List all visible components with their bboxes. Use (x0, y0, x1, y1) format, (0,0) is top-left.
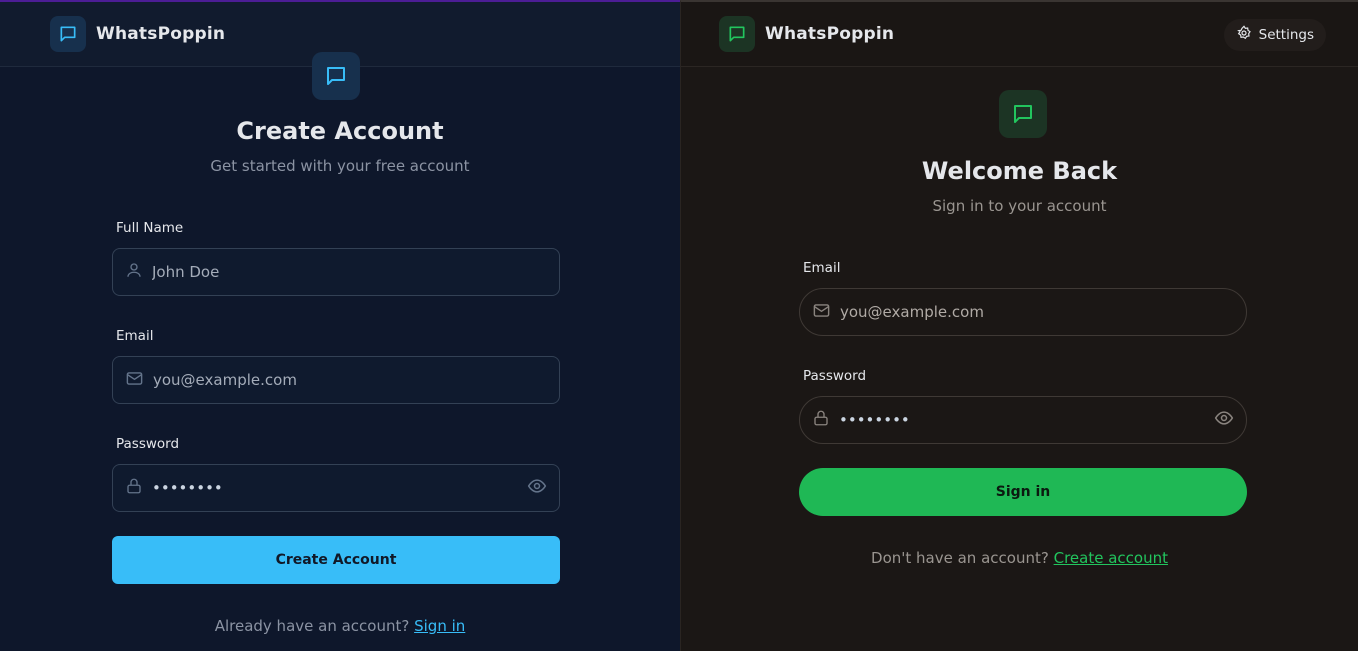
password-label: Password (803, 368, 867, 384)
settings-label: Settings (1258, 27, 1314, 43)
email-label: Email (116, 328, 154, 344)
page-title: Welcome Back (921, 157, 1118, 185)
password-label: Password (116, 436, 180, 452)
email-field[interactable] (112, 356, 560, 404)
mail-icon (812, 301, 831, 324)
brand[interactable]: WhatsPoppin (50, 16, 225, 52)
email-input[interactable] (153, 371, 547, 389)
password-field[interactable] (112, 464, 560, 512)
user-icon (125, 261, 143, 283)
create-account-button[interactable]: Create Account (112, 536, 560, 584)
page-title: Create Account (236, 117, 444, 145)
signin-link[interactable]: Sign in (414, 617, 465, 635)
email-input[interactable] (840, 303, 1234, 321)
create-account-prompt-text: Don't have an account? (871, 549, 1049, 567)
eye-icon[interactable] (1214, 408, 1234, 432)
settings-button[interactable]: Settings (1223, 19, 1326, 51)
signin-pane: WhatsPoppin Settings Welcome Back Sign i… (680, 0, 1358, 651)
chat-bubble-icon (50, 16, 86, 52)
password-input[interactable] (152, 479, 518, 497)
chat-bubble-icon (312, 52, 360, 100)
full-name-input[interactable] (152, 263, 547, 281)
brand-name: WhatsPoppin (96, 24, 226, 44)
chat-bubble-icon (719, 16, 755, 52)
signin-prompt: Already have an account? Sign in (0, 617, 680, 635)
password-input[interactable] (839, 411, 1205, 429)
password-field[interactable] (799, 396, 1247, 444)
create-account-prompt: Don't have an account? Create account (681, 549, 1358, 567)
brand[interactable]: WhatsPoppin (719, 16, 894, 52)
page-subtitle: Get started with your free account (210, 157, 470, 175)
top-bar: WhatsPoppin Settings (681, 2, 1358, 67)
email-label: Email (803, 260, 841, 276)
email-field[interactable] (799, 288, 1247, 336)
gear-icon (1236, 25, 1252, 45)
lock-icon (812, 409, 830, 431)
lock-icon (125, 477, 143, 499)
page-subtitle: Sign in to your account (932, 197, 1107, 215)
sign-in-button[interactable]: Sign in (799, 468, 1247, 516)
full-name-label: Full Name (116, 220, 184, 236)
mail-icon (125, 369, 144, 392)
create-account-link[interactable]: Create account (1054, 549, 1168, 567)
eye-icon[interactable] (527, 476, 547, 500)
chat-bubble-icon (999, 90, 1047, 138)
signup-pane: WhatsPoppin Create Account Get started w… (0, 0, 680, 651)
signin-prompt-text: Already have an account? (214, 617, 410, 635)
brand-name: WhatsPoppin (765, 24, 895, 44)
full-name-field[interactable] (112, 248, 560, 296)
